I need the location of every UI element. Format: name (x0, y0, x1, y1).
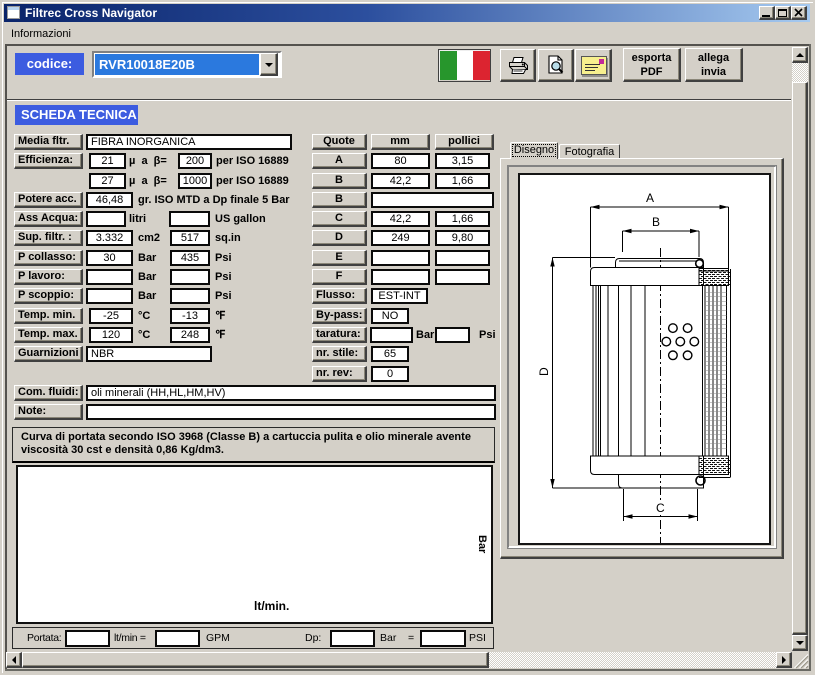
svg-text:C: C (656, 501, 665, 515)
svg-text:D: D (537, 367, 551, 376)
svg-text:A: A (646, 191, 654, 205)
svg-text:B: B (652, 215, 660, 229)
